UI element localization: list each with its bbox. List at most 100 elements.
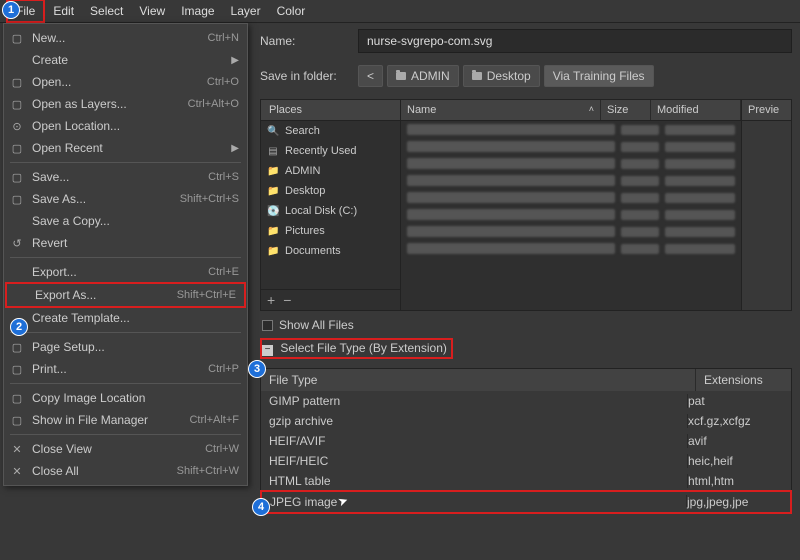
file-type-name: JPEG image➤ [270, 495, 687, 509]
step-badge-3: 3 [248, 360, 266, 378]
menu-item-revert[interactable]: ↺ Revert [4, 232, 247, 254]
file-type-col[interactable]: File Type [261, 369, 696, 391]
file-type-row[interactable]: gzip archivexcf.gz,xcfgz [261, 411, 791, 431]
file-type-ext: jpg,jpeg,jpe [687, 495, 782, 509]
place-item[interactable]: 📁Documents [261, 241, 400, 261]
place-item[interactable]: ▤Recently Used [261, 141, 400, 161]
menu-item-close-view[interactable]: ✕Close ViewCtrl+W [4, 438, 247, 460]
collapse-icon[interactable]: − [262, 345, 273, 356]
menu-view[interactable]: View [131, 1, 173, 21]
menu-shortcut: Ctrl+Alt+F [189, 414, 239, 426]
select-file-type-label[interactable]: Select File Type (By Extension) [280, 341, 447, 355]
col-size[interactable]: Size [601, 100, 651, 120]
menu-shortcut: Ctrl+Alt+O [188, 98, 239, 110]
file-type-ext: heic,heif [688, 454, 783, 468]
menu-item-open-location[interactable]: ⊙Open Location... [4, 115, 247, 137]
menu-color[interactable]: Color [269, 1, 314, 21]
place-icon: ▤ [267, 146, 279, 157]
menu-item-open[interactable]: ▢Open...Ctrl+O [4, 71, 247, 93]
col-modified[interactable]: Modified [651, 100, 741, 120]
extensions-col[interactable]: Extensions [696, 369, 791, 391]
menu-item-label: Revert [32, 236, 239, 250]
place-item[interactable]: 📁Desktop [261, 181, 400, 201]
place-icon: 💽 [267, 206, 279, 217]
place-icon: 🔍 [267, 126, 279, 137]
place-label: Search [285, 125, 320, 137]
name-label: Name: [260, 34, 350, 48]
file-row[interactable] [401, 121, 741, 138]
menubar: File Edit Select View Image Layer Color [0, 0, 800, 23]
place-item[interactable]: 📁ADMIN [261, 161, 400, 181]
menu-item-icon: ▢ [10, 414, 24, 427]
file-row[interactable] [401, 206, 741, 223]
menu-item-open-recent[interactable]: ▢Open Recent▶ [4, 137, 247, 159]
menu-item-create-template[interactable]: Create Template... [4, 307, 247, 329]
menu-select[interactable]: Select [82, 1, 131, 21]
show-all-checkbox[interactable] [262, 320, 273, 331]
menu-shortcut: Ctrl+E [208, 266, 239, 278]
menu-item-save-as[interactable]: ▢Save As...Shift+Ctrl+S [4, 188, 247, 210]
menu-shortcut: Ctrl+W [205, 443, 239, 455]
menu-item-export[interactable]: Export...Ctrl+E [4, 261, 247, 283]
menu-shortcut: Ctrl+O [207, 76, 239, 88]
place-item[interactable]: 💽Local Disk (C:) [261, 201, 400, 221]
breadcrumb-desktop[interactable]: Desktop [463, 65, 540, 87]
file-type-row[interactable]: HTML tablehtml,htm [261, 471, 791, 491]
menu-item-copy-image-location[interactable]: ▢Copy Image Location [4, 387, 247, 409]
menu-item-print[interactable]: ▢Print...Ctrl+P [4, 358, 247, 380]
places-header: Places [261, 100, 400, 121]
file-type-ext: avif [688, 434, 783, 448]
file-row[interactable] [401, 189, 741, 206]
place-item[interactable]: 🔍 Search [261, 121, 400, 141]
menu-item-save[interactable]: ▢Save...Ctrl+S [4, 166, 247, 188]
places-remove-button[interactable]: − [283, 292, 291, 308]
file-type-ext: pat [688, 394, 783, 408]
select-file-type-highlight: − Select File Type (By Extension) [260, 338, 453, 359]
menu-item-show-in-file-manager[interactable]: ▢ Show in File ManagerCtrl+Alt+F [4, 409, 247, 431]
file-browser: Places 🔍 Search ▤Recently Used📁ADMIN📁Deskt… [260, 99, 792, 311]
menu-item-create[interactable]: Create▶ [4, 49, 247, 71]
menu-item-new[interactable]: ▢New...Ctrl+N [4, 27, 247, 49]
file-type-row[interactable]: JPEG image➤jpg,jpeg,jpe [260, 490, 792, 514]
preview-panel: Previe [741, 100, 791, 310]
file-type-row[interactable]: HEIF/AVIFavif [261, 431, 791, 451]
breadcrumb-back[interactable]: < [358, 65, 383, 87]
file-row[interactable] [401, 138, 741, 155]
sort-asc-icon: ˄ [589, 104, 594, 114]
breadcrumb: < ADMIN Desktop Via Training Files [358, 65, 654, 87]
menu-item-icon: ↺ [10, 237, 24, 250]
menu-item-icon: ▢ [10, 98, 24, 111]
menu-item-save-a-copy[interactable]: Save a Copy... [4, 210, 247, 232]
file-row[interactable] [401, 240, 741, 257]
file-menu-dropdown: ▢New...Ctrl+NCreate▶▢Open...Ctrl+O▢Open … [3, 23, 248, 486]
menu-layer[interactable]: Layer [223, 1, 269, 21]
breadcrumb-admin[interactable]: ADMIN [387, 65, 459, 87]
menu-item-label: Copy Image Location [32, 391, 239, 405]
file-list-header: Name˄ Size Modified [401, 100, 741, 121]
filename-input[interactable] [358, 29, 792, 53]
menu-shortcut: Ctrl+P [208, 363, 239, 375]
col-name[interactable]: Name˄ [401, 100, 601, 120]
file-row[interactable] [401, 172, 741, 189]
menu-item-icon: ▢ [10, 32, 24, 45]
file-type-row[interactable]: GIMP patternpat [261, 391, 791, 411]
menu-item-icon: ▢ [10, 193, 24, 206]
places-add-button[interactable]: + [267, 292, 275, 308]
menu-item-icon: ▢ [10, 171, 24, 184]
menu-item-page-setup[interactable]: ▢Page Setup... [4, 336, 247, 358]
file-type-row[interactable]: HEIF/HEICheic,heif [261, 451, 791, 471]
menu-item-export-as[interactable]: Export As...Shift+Ctrl+E [5, 282, 246, 308]
file-row[interactable] [401, 155, 741, 172]
file-row[interactable] [401, 223, 741, 240]
place-item[interactable]: 📁Pictures [261, 221, 400, 241]
menu-edit[interactable]: Edit [45, 1, 82, 21]
menu-item-close-all[interactable]: ✕Close AllShift+Ctrl+W [4, 460, 247, 482]
menu-item-open-as-layers[interactable]: ▢Open as Layers...Ctrl+Alt+O [4, 93, 247, 115]
menu-item-icon: ⊙ [10, 120, 24, 133]
breadcrumb-current[interactable]: Via Training Files [544, 65, 654, 87]
menu-item-label: Page Setup... [32, 340, 239, 354]
menu-image[interactable]: Image [173, 1, 222, 21]
menu-item-label: Show in File Manager [32, 413, 189, 427]
file-type-name: HEIF/HEIC [269, 454, 688, 468]
export-dialog: Name: Save in folder: < ADMIN Desktop Vi… [252, 23, 800, 560]
